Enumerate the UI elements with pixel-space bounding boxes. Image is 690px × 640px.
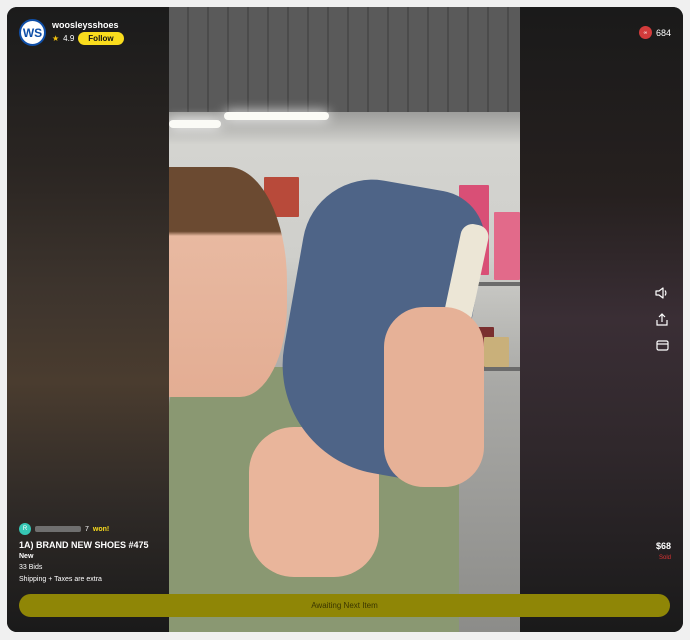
seller-rating: 4.9	[63, 34, 75, 43]
item-bids: 33 Bids	[19, 564, 43, 571]
shoe-boxes	[494, 212, 520, 280]
item-title: 1A) BRAND NEW SHOES #475	[19, 540, 149, 550]
seller-username[interactable]: woosleysshoes	[52, 20, 124, 30]
winner-avatar: R	[19, 523, 31, 535]
shoe-boxes	[484, 337, 509, 367]
seller-avatar[interactable]: WS	[19, 19, 46, 46]
ceiling-light	[224, 112, 329, 120]
item-condition: New	[19, 553, 34, 560]
follow-button[interactable]: Follow	[78, 32, 124, 45]
winner-name-redacted	[35, 526, 81, 532]
star-icon: ★	[52, 34, 60, 43]
price-box: $68 Sold	[656, 541, 671, 561]
shipping-note: Shipping + Taxes are extra	[19, 576, 102, 583]
video-player[interactable]	[169, 7, 520, 632]
blurred-background-left	[7, 7, 169, 632]
auction-winner: R 7 won!	[19, 523, 109, 535]
speaker-icon[interactable]	[654, 287, 670, 299]
livestream-frame: WS woosleysshoes ★ 4.9 Follow ∞ 684 R 7 …	[7, 7, 683, 632]
awaiting-next-item-button[interactable]: Awaiting Next Item	[19, 594, 670, 617]
viewer-badge: ∞	[638, 26, 652, 39]
seller-header: WS woosleysshoes ★ 4.9 Follow	[19, 19, 124, 46]
warehouse-ceiling	[169, 7, 520, 112]
winner-name-tail: 7	[85, 525, 89, 533]
sold-status: Sold	[658, 555, 671, 561]
item-info: 1A) BRAND NEW SHOES #475 New 33 Bids Shi…	[19, 540, 149, 583]
person-face	[169, 167, 287, 397]
won-label: won!	[92, 525, 110, 533]
viewer-count-text: 684	[655, 27, 671, 38]
sale-price: $68	[655, 541, 671, 551]
viewer-count: ∞ 684	[638, 26, 671, 39]
wallet-icon[interactable]	[654, 339, 670, 351]
seller-meta: ★ 4.9 Follow	[52, 32, 124, 45]
side-actions	[654, 287, 670, 351]
ceiling-light	[169, 120, 221, 128]
share-icon[interactable]	[654, 312, 670, 326]
seller-info: woosleysshoes ★ 4.9 Follow	[52, 20, 124, 45]
person-hand	[384, 307, 484, 487]
